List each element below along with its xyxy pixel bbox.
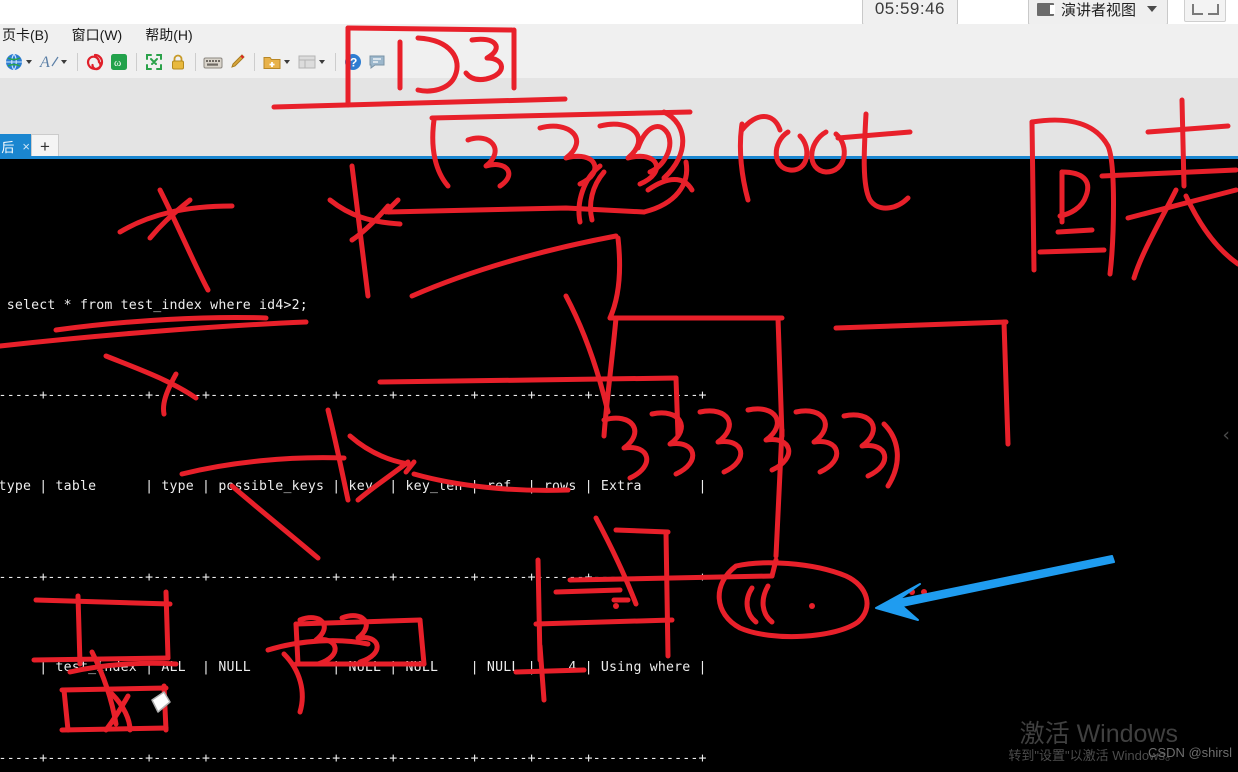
terminal-output[interactable]: lain select * from test_index where id4>… [0,159,1238,772]
new-folder-dropdown-icon[interactable] [284,60,290,64]
svg-text:ω: ω [114,57,121,69]
toolbar-divider [77,53,78,71]
terminal-separator: ---------+------------+------+----------… [0,388,707,404]
title-bar: 05:59:46 演讲者视图 [0,0,1238,25]
terminal-line: PLE | test_index | ALL | NULL | NULL | N… [0,660,707,676]
font-dropdown-icon[interactable] [61,60,67,64]
app-icon[interactable]: ω [107,50,131,74]
presenter-view-icon [1036,2,1055,16]
layout-icon[interactable] [295,50,319,74]
svg-text:A: A [39,54,50,71]
terminal-line: ect_type | table | type | possible_keys … [0,479,707,494]
toolbar-divider [335,53,336,71]
restore-corner-right-icon [1207,3,1219,15]
keyboard-icon[interactable] [201,50,225,74]
pen-icon[interactable] [225,50,249,74]
chevron-left-icon[interactable]: ‹ [1222,424,1230,446]
terminal-separator: ---------+------------+------+----------… [0,569,707,585]
tab-strip: 后 × + [0,78,1238,159]
spiral-icon[interactable] [83,50,107,74]
new-folder-icon[interactable] [260,50,284,74]
restore-window-button[interactable] [1184,0,1226,22]
toolbar-divider [136,53,137,71]
fullscreen-icon[interactable] [142,50,166,74]
close-icon[interactable]: × [22,139,30,154]
globe-icon[interactable] [2,50,26,74]
globe-dropdown-icon[interactable] [26,60,32,64]
menu-item-tabs[interactable]: 页卡(B) [0,25,51,45]
screen-root: 05:59:46 演讲者视图 页卡(B) 窗口(W) 帮助(H) A ω ? 后… [0,0,1238,772]
comment-icon[interactable] [365,50,389,74]
lock-icon[interactable] [166,50,190,74]
tab-label: 后 [1,139,15,155]
toolbar-divider [254,53,255,71]
terminal-line: lain select * from test_index where id4>… [0,297,308,313]
restore-corner-left-icon [1191,3,1203,15]
svg-text:?: ? [350,56,357,70]
presentation-timer: 05:59:46 [861,0,958,25]
layout-dropdown-icon[interactable] [319,60,325,64]
chevron-down-icon[interactable] [1147,6,1157,12]
font-icon[interactable]: A [37,50,61,74]
csdn-watermark: CSDN @shirsl [1148,745,1232,760]
menu-bar: 页卡(B) 窗口(W) 帮助(H) [0,24,1238,46]
help-icon[interactable]: ? [341,50,365,74]
menu-item-window[interactable]: 窗口(W) [70,25,125,45]
presenter-view-button[interactable]: 演讲者视图 [1027,0,1168,25]
presenter-view-label: 演讲者视图 [1060,1,1136,19]
toolbar: A ω ? [0,46,1238,79]
toolbar-divider [195,53,196,71]
menu-item-help[interactable]: 帮助(H) [143,25,194,45]
